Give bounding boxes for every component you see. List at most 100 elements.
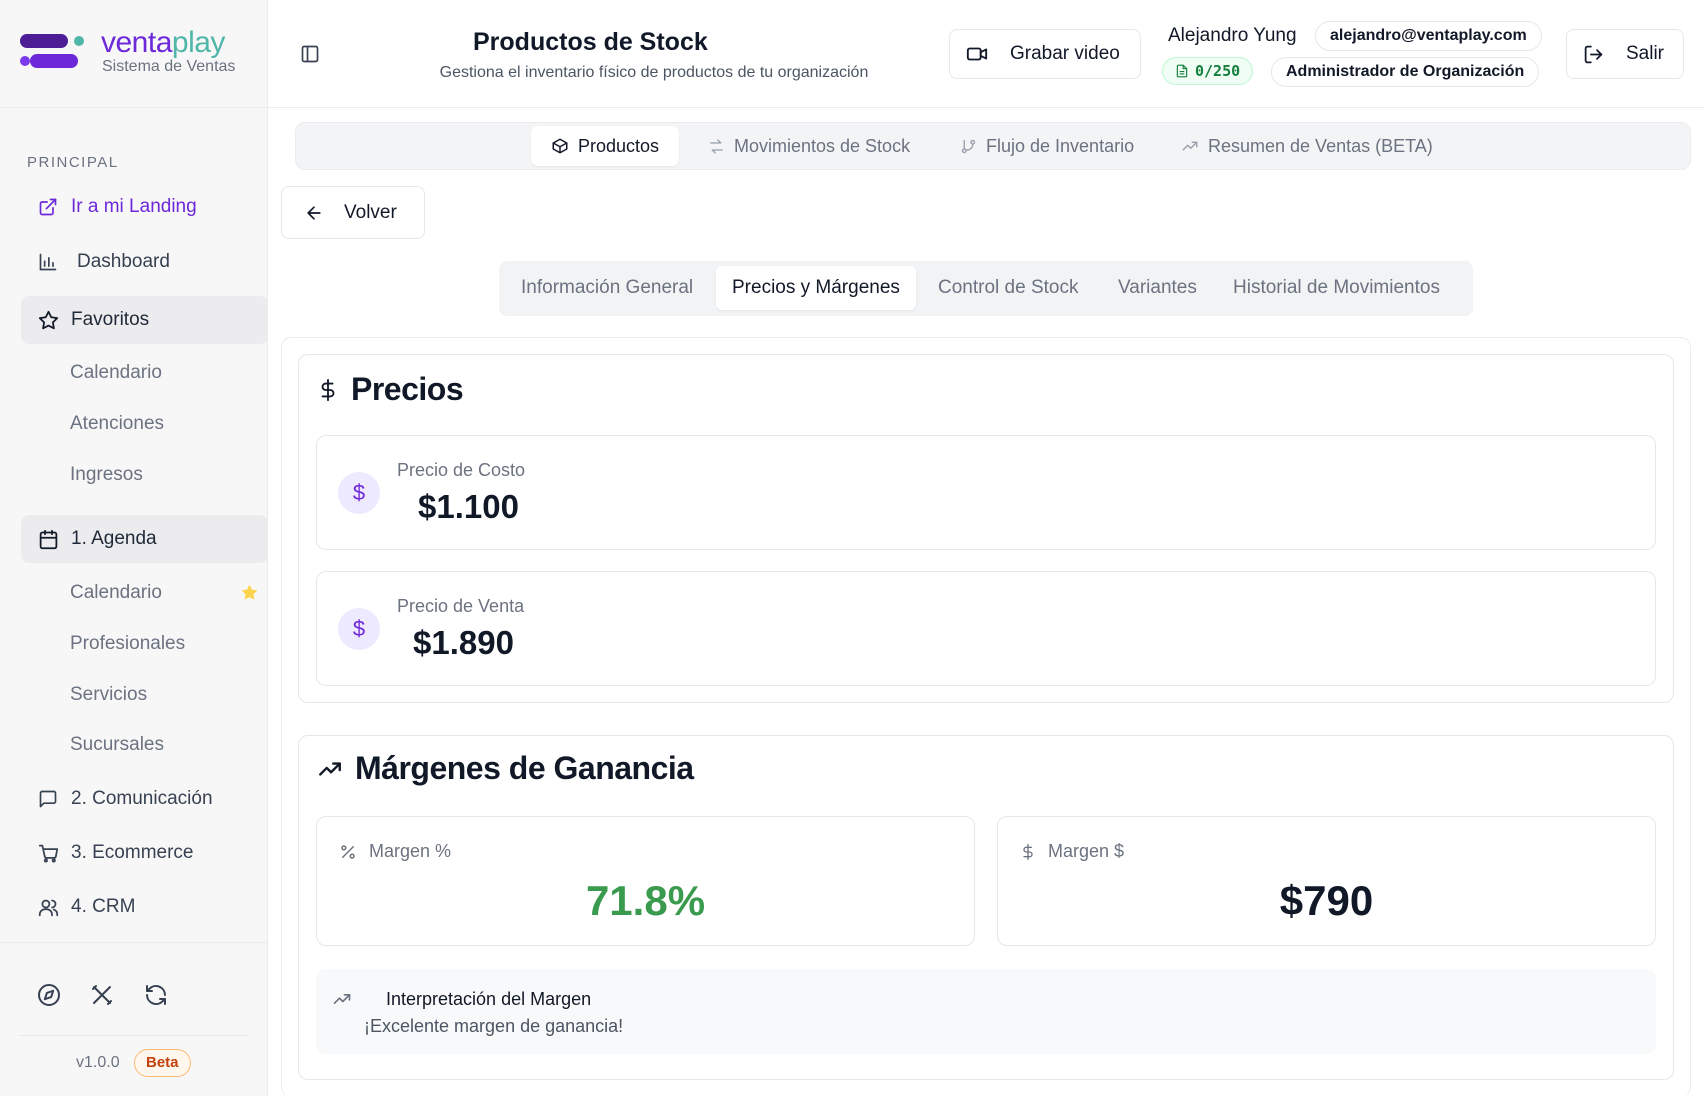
- top-tabs: Productos Movimientos de Stock Flujo de …: [295, 122, 1691, 170]
- sidebar-item-ecommerce[interactable]: 3. Ecommerce: [21, 829, 268, 877]
- tab-control-stock[interactable]: Control de Stock: [938, 266, 1078, 310]
- brand[interactable]: ventaplay Sistema de Ventas: [0, 0, 268, 108]
- sidebar-item-label: 3. Ecommerce: [71, 842, 194, 863]
- margin-amount-label-text: Margen $: [1048, 841, 1125, 861]
- sidebar-item-label: 2. Comunicación: [71, 788, 213, 809]
- tab-precios-margenes[interactable]: Precios y Márgenes: [716, 266, 916, 310]
- app-version: v1.0.0: [76, 1054, 120, 1071]
- sidebar-item-label: Favoritos: [71, 309, 150, 330]
- dollar-icon: [1020, 842, 1036, 862]
- sidebar-item-label: Dashboard: [77, 251, 170, 272]
- refresh-icon[interactable]: [144, 983, 168, 1007]
- sale-dollar-icon: $: [338, 608, 380, 650]
- arrows-exchange-icon: [708, 138, 725, 155]
- cart-icon: [37, 842, 59, 864]
- tools-icon[interactable]: [90, 983, 114, 1007]
- logout-button[interactable]: Salir: [1566, 29, 1684, 79]
- trending-up-icon: [1181, 137, 1199, 155]
- tab-flujo-inventario[interactable]: Flujo de Inventario: [960, 126, 1134, 166]
- cost-dollar-icon: $: [338, 472, 380, 514]
- cost-price-row: $ Precio de Costo $1.100: [316, 435, 1656, 550]
- back-label: Volver: [344, 201, 397, 223]
- package-icon: [551, 137, 569, 155]
- tab-variantes[interactable]: Variantes: [1118, 266, 1197, 310]
- interpretation-text: ¡Excelente margen de ganancia!: [364, 1016, 624, 1036]
- footer-divider: [20, 1035, 248, 1036]
- tab-label: Productos: [578, 135, 660, 156]
- precios-card: Precios $ Precio de Costo $1.100 $ Preci…: [298, 354, 1674, 703]
- sale-price-label: Precio de Venta: [397, 596, 525, 616]
- margin-percent-label: Margen %: [339, 841, 451, 862]
- margenes-title-text: Márgenes de Ganancia: [355, 750, 694, 786]
- interpretation-title: Interpretación del Margen: [386, 989, 592, 1009]
- tab-label: Resumen de Ventas (BETA): [1208, 135, 1433, 156]
- tab-resumen-ventas[interactable]: Resumen de Ventas (BETA): [1181, 126, 1433, 166]
- sidebar-subitem-sucursales[interactable]: Sucursales: [70, 734, 164, 756]
- margin-percent-box: Margen % 71.8%: [316, 816, 975, 946]
- favorite-star-icon[interactable]: [240, 583, 259, 602]
- margenes-title: Márgenes de Ganancia: [317, 750, 694, 787]
- video-icon: [966, 43, 988, 65]
- page-subtitle: Gestiona el inventario físico de product…: [439, 64, 869, 81]
- content-panel: Precios $ Precio de Costo $1.100 $ Preci…: [281, 337, 1691, 1096]
- bar-chart-icon: [37, 251, 59, 273]
- product-sub-tabs: Información General Precios y Márgenes C…: [499, 261, 1473, 316]
- brand-subtitle: Sistema de Ventas: [102, 58, 236, 75]
- margin-amount-label: Margen $: [1020, 841, 1124, 862]
- sidebar-footer: v1.0.0 Beta: [0, 942, 268, 1096]
- tab-movimientos-stock[interactable]: Movimientos de Stock: [708, 126, 910, 166]
- precios-title: Precios: [317, 371, 464, 408]
- margenes-card: Márgenes de Ganancia Margen % 71.8% Marg…: [298, 735, 1674, 1080]
- sidebar-item-dashboard[interactable]: Dashboard: [21, 238, 268, 286]
- tab-informacion-general[interactable]: Información General: [521, 266, 693, 310]
- ventaplay-logo-icon: [20, 34, 84, 68]
- sidebar-item-landing[interactable]: Ir a mi Landing: [21, 183, 268, 231]
- tab-productos[interactable]: Productos: [531, 126, 680, 166]
- git-branch-icon: [960, 138, 977, 155]
- sidebar-subitem-calendario[interactable]: Calendario: [70, 582, 162, 604]
- precios-title-text: Precios: [351, 371, 464, 407]
- external-link-icon: [37, 196, 59, 218]
- margin-percent-value: 71.8%: [585, 877, 706, 924]
- trending-up-icon: [333, 994, 351, 1004]
- back-button[interactable]: Volver: [281, 186, 425, 239]
- arrow-left-icon: [304, 203, 324, 223]
- cost-price-value: $1.100: [418, 488, 519, 525]
- tab-label: Movimientos de Stock: [734, 135, 911, 156]
- tab-label: Flujo de Inventario: [986, 135, 1135, 156]
- sale-price-row: $ Precio de Venta $1.890: [316, 571, 1656, 686]
- sidebar-item-crm[interactable]: 4. CRM: [21, 883, 268, 931]
- user-name: Alejandro Yung: [1168, 25, 1297, 46]
- tab-historial-movimientos[interactable]: Historial de Movimientos: [1233, 266, 1440, 310]
- users-icon: [37, 896, 59, 918]
- sidebar-subitem-fav-calendario[interactable]: Calendario: [70, 362, 162, 384]
- cost-price-label: Precio de Costo: [397, 460, 526, 480]
- sidebar-subitem-servicios[interactable]: Servicios: [70, 684, 147, 706]
- record-video-label: Grabar video: [1010, 43, 1120, 64]
- sale-price-value: $1.890: [413, 624, 514, 661]
- sidebar-item-agenda[interactable]: 1. Agenda: [21, 515, 268, 563]
- file-text-icon: [1175, 64, 1189, 78]
- compass-icon[interactable]: [37, 983, 61, 1007]
- sidebar-subitem-fav-ingresos[interactable]: Ingresos: [70, 464, 143, 486]
- section-label-principal: PRINCIPAL: [27, 154, 119, 171]
- margin-interpretation: Interpretación del Margen ¡Excelente mar…: [316, 969, 1656, 1054]
- sidebar: ventaplay Sistema de Ventas PRINCIPAL Ir…: [0, 0, 268, 1096]
- sidebar-toggle-icon[interactable]: [300, 44, 320, 64]
- sidebar-item-comunicacion[interactable]: 2. Comunicación: [21, 775, 268, 823]
- percent-icon: [339, 843, 357, 861]
- sidebar-subitem-fav-atenciones[interactable]: Atenciones: [70, 413, 164, 435]
- sidebar-item-label: Ir a mi Landing: [71, 196, 197, 217]
- brand-name: ventaplay: [101, 26, 225, 59]
- sidebar-item-favoritos[interactable]: Favoritos: [21, 296, 268, 344]
- margin-amount-box: Margen $ $790: [997, 816, 1656, 946]
- logout-label: Salir: [1626, 43, 1665, 64]
- sidebar-subitem-profesionales[interactable]: Profesionales: [70, 633, 185, 655]
- user-role: Administrador de Organización: [1271, 57, 1540, 87]
- calendar-icon: [37, 528, 59, 550]
- margin-percent-label-text: Margen %: [369, 841, 452, 861]
- header: Productos de Stock Gestiona el inventari…: [268, 0, 1704, 108]
- record-video-button[interactable]: Grabar video: [949, 29, 1141, 79]
- usage-counter-badge: 0/250: [1162, 57, 1254, 85]
- margin-amount-value: $790: [1279, 877, 1374, 924]
